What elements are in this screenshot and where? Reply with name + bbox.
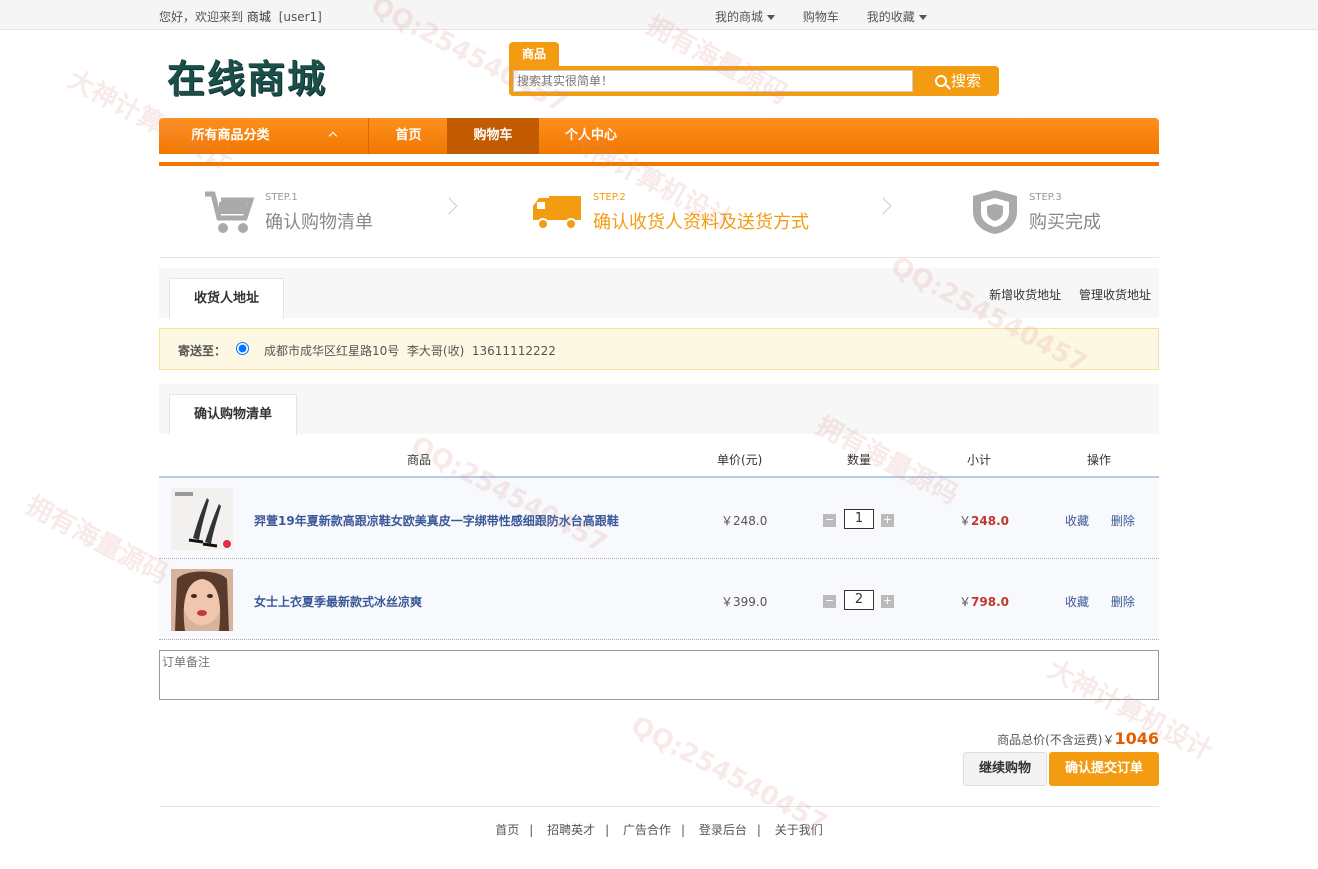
subtotal: ￥798.0 bbox=[959, 595, 1009, 609]
qty-input[interactable]: 1 bbox=[844, 509, 874, 529]
top-nav: 我的商城 购物车 我的收藏 bbox=[715, 8, 951, 25]
nav-all-categories[interactable]: 所有商品分类 bbox=[159, 118, 369, 154]
footer-link-home[interactable]: 首页 bbox=[495, 823, 519, 837]
header: 在线商城 商品 搜索 bbox=[159, 30, 1159, 118]
step-1-number: STEP.1 bbox=[265, 192, 298, 203]
col-subtotal: 小计 bbox=[967, 453, 992, 467]
search-button[interactable]: 搜索 bbox=[919, 68, 997, 94]
nav-user-center[interactable]: 个人中心 bbox=[539, 118, 643, 154]
total-label: 商品总价(不含运费)￥ bbox=[997, 733, 1115, 747]
tab-address[interactable]: 收货人地址 bbox=[169, 278, 285, 319]
greeting-text: 您好，欢迎来到 bbox=[159, 10, 244, 24]
checkout-steps: STEP.1 确认购物清单 STEP.2 确认收货人资料及送货方式 STEP.3 bbox=[159, 166, 1159, 258]
chevron-up-icon bbox=[328, 131, 337, 140]
address-links: 新增收货地址 管理收货地址 bbox=[975, 286, 1151, 303]
search-icon bbox=[934, 75, 947, 87]
col-qty: 数量 bbox=[847, 453, 872, 467]
chevron-right-icon bbox=[440, 197, 458, 215]
product-name[interactable]: 羿萱19年夏新款高跟凉鞋女欧美真皮一字绑带性感细跟防水台高跟鞋 bbox=[254, 512, 619, 529]
address-section-header: 收货人地址 新增收货地址 管理收货地址 bbox=[159, 268, 1159, 319]
qty-plus-button[interactable]: + bbox=[881, 595, 894, 608]
top-bar: 您好，欢迎来到 商城 [user1] 我的商城 购物车 我的收藏 bbox=[0, 0, 1318, 30]
search-box: 商品 搜索 bbox=[509, 42, 999, 98]
order-note-field[interactable] bbox=[159, 650, 1159, 700]
unit-price: ￥399.0 bbox=[721, 595, 768, 609]
footer-link-about[interactable]: 关于我们 bbox=[775, 823, 823, 837]
greeting: 您好，欢迎来到 商城 [user1] bbox=[159, 8, 322, 25]
my-shop-link[interactable]: 我的商城 bbox=[715, 10, 776, 24]
table-row: 羿萱19年夏新款高跟凉鞋女欧美真皮一字绑带性感细跟防水台高跟鞋 ￥248.0 −… bbox=[159, 478, 1159, 559]
shield-icon bbox=[973, 190, 1017, 234]
cart-icon bbox=[205, 191, 255, 233]
nav-cart[interactable]: 购物车 bbox=[447, 118, 539, 154]
qty-minus-button[interactable]: − bbox=[823, 595, 836, 608]
chevron-down-icon bbox=[767, 15, 776, 20]
cart-section-header: 确认购物清单 bbox=[159, 384, 1159, 435]
tab-cart-list[interactable]: 确认购物清单 bbox=[169, 394, 298, 435]
username: [user1] bbox=[278, 10, 322, 24]
step-1-title: 确认购物清单 bbox=[265, 212, 373, 233]
logo[interactable]: 在线商城 bbox=[167, 48, 327, 103]
subtotal: ￥248.0 bbox=[959, 514, 1009, 528]
manage-address-link[interactable]: 管理收货地址 bbox=[1079, 288, 1151, 302]
my-favorites-link[interactable]: 我的收藏 bbox=[867, 10, 927, 24]
nav-home[interactable]: 首页 bbox=[370, 118, 447, 154]
step-3-number: STEP.3 bbox=[1029, 192, 1062, 203]
qty-input[interactable]: 2 bbox=[844, 590, 874, 610]
search-tab-product[interactable]: 商品 bbox=[509, 42, 559, 66]
delete-link[interactable]: 删除 bbox=[1111, 595, 1135, 609]
chevron-right-icon bbox=[874, 197, 892, 215]
chevron-down-icon bbox=[918, 15, 927, 20]
cart-link[interactable]: 购物车 bbox=[803, 10, 839, 24]
search-input[interactable] bbox=[513, 70, 913, 92]
step-3-title: 购买完成 bbox=[1029, 212, 1101, 233]
step-2-title: 确认收货人资料及送货方式 bbox=[593, 212, 809, 233]
footer: 首页 | 招聘英才 | 广告合作 | 登录后台 | 关于我们 bbox=[159, 806, 1159, 838]
delete-link[interactable]: 删除 bbox=[1111, 514, 1135, 528]
favorite-link[interactable]: 收藏 bbox=[1065, 514, 1089, 528]
col-price: 单价(元) bbox=[717, 453, 763, 467]
favorite-link[interactable]: 收藏 bbox=[1065, 595, 1089, 609]
ship-to-label: 寄送至： bbox=[178, 344, 227, 358]
add-address-link[interactable]: 新增收货地址 bbox=[989, 288, 1061, 302]
unit-price: ￥248.0 bbox=[721, 514, 768, 528]
address-text: 成都市成华区红星路10号 李大哥(收) 13611112222 bbox=[264, 344, 556, 358]
col-product: 商品 bbox=[407, 453, 432, 467]
address-radio[interactable] bbox=[236, 342, 249, 355]
shop-link[interactable]: 商城 bbox=[247, 10, 271, 24]
footer-link-ads[interactable]: 广告合作 bbox=[623, 823, 671, 837]
qty-minus-button[interactable]: − bbox=[823, 514, 836, 527]
action-buttons: 继续购物 确认提交订单 bbox=[159, 752, 1159, 792]
address-row: 寄送至： 成都市成华区红星路10号 李大哥(收) 13611112222 bbox=[159, 328, 1159, 370]
order-total: 商品总价(不含运费)￥1046 bbox=[159, 729, 1159, 748]
row-actions: 收藏 删除 bbox=[1065, 593, 1153, 610]
footer-link-jobs[interactable]: 招聘英才 bbox=[547, 823, 595, 837]
total-value: 1046 bbox=[1114, 729, 1159, 748]
table-row: 女士上衣夏季最新款式冰丝凉爽 ￥399.0 − 2 + ￥798.0 收藏 删除 bbox=[159, 559, 1159, 640]
product-image bbox=[171, 569, 233, 631]
qty-plus-button[interactable]: + bbox=[881, 514, 894, 527]
truck-icon bbox=[533, 196, 581, 230]
submit-order-button[interactable]: 确认提交订单 bbox=[1049, 752, 1159, 786]
product-image bbox=[171, 488, 233, 550]
watermark: 拥有海量源码 bbox=[20, 490, 173, 591]
row-actions: 收藏 删除 bbox=[1065, 512, 1153, 529]
cart-table-header: 商品 单价(元) 数量 小计 操作 bbox=[159, 434, 1159, 478]
step-2-number: STEP.2 bbox=[593, 192, 626, 203]
search-bar: 搜索 bbox=[509, 66, 999, 96]
main-nav: 所有商品分类 首页 购物车 个人中心 bbox=[159, 118, 1159, 154]
footer-link-admin[interactable]: 登录后台 bbox=[699, 823, 747, 837]
col-ops: 操作 bbox=[1087, 453, 1112, 467]
continue-shopping-button[interactable]: 继续购物 bbox=[963, 752, 1047, 786]
product-name[interactable]: 女士上衣夏季最新款式冰丝凉爽 bbox=[254, 593, 422, 610]
